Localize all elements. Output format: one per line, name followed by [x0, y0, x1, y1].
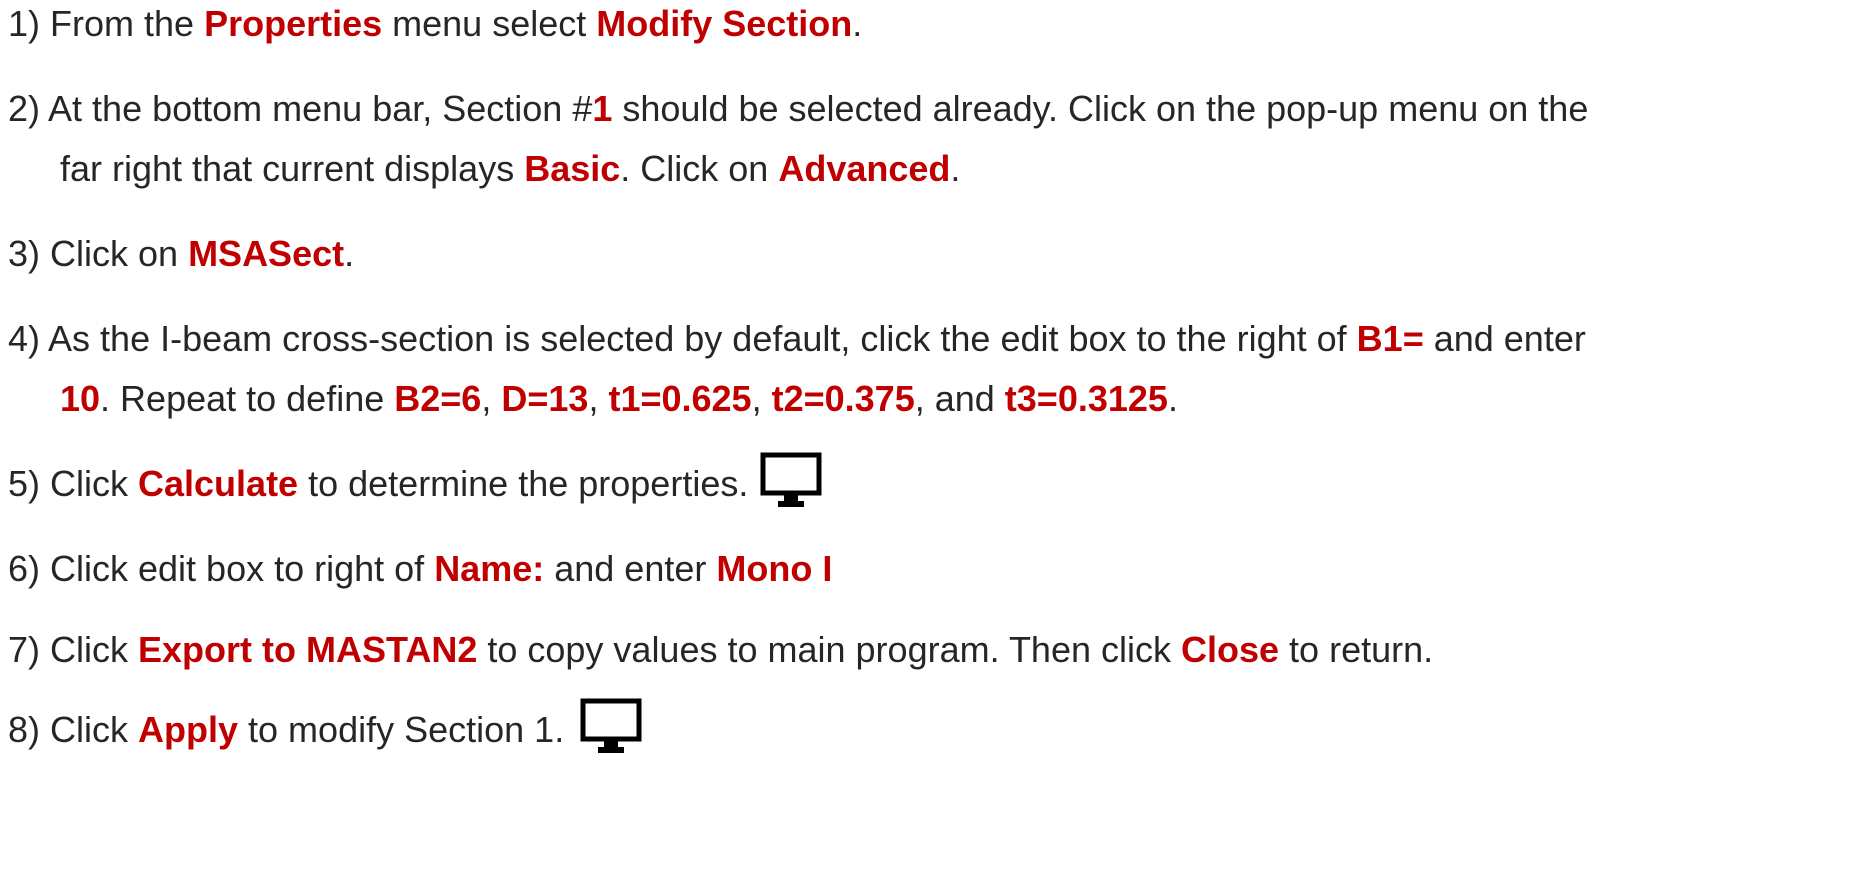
highlighted-term: B1=	[1356, 318, 1424, 359]
step-4-continued: 10. Repeat to define B2=6, D=13, t1=0.62…	[60, 377, 1178, 421]
highlighted-term: Properties	[204, 3, 383, 44]
instruction-text: 1) From the	[8, 3, 205, 44]
instruction-text: , and	[914, 378, 1005, 419]
instruction-text: to determine the properties.	[298, 463, 749, 504]
highlighted-term: Name:	[434, 548, 545, 589]
step-4: 4) As the I-beam cross-section is select…	[8, 317, 1586, 361]
instruction-text: far right that current displays	[60, 148, 525, 189]
instruction-text: 5) Click	[8, 463, 139, 504]
instruction-text: menu select	[382, 3, 597, 44]
instruction-text: to copy values to main program. Then cli…	[477, 629, 1181, 670]
instruction-text: 7) Click	[8, 629, 139, 670]
highlighted-term: Apply	[138, 709, 239, 750]
instruction-text: .	[344, 233, 355, 274]
monitor-icon[interactable]	[760, 452, 822, 510]
instruction-text: .	[1167, 378, 1178, 419]
step-2-continued: far right that current displays Basic. C…	[60, 147, 960, 191]
monitor-icon[interactable]	[580, 698, 642, 756]
instruction-text: .	[852, 3, 863, 44]
highlighted-term: t2=0.375	[771, 378, 915, 419]
step-1: 1) From the Properties menu select Modif…	[8, 2, 862, 46]
instruction-text: 6) Click edit box to right of	[8, 548, 435, 589]
highlighted-term: Basic	[524, 148, 621, 189]
instruction-text: ,	[588, 378, 609, 419]
instruction-text: ,	[481, 378, 502, 419]
step-8: 8) Click Apply to modify Section 1.	[8, 708, 564, 752]
instruction-text: .	[950, 148, 961, 189]
instruction-text: to return.	[1279, 629, 1434, 670]
instruction-text: 4) As the I-beam cross-section is select…	[8, 318, 1357, 359]
step-2: 2) At the bottom menu bar, Section #1 sh…	[8, 87, 1588, 131]
highlighted-term: Close	[1181, 629, 1280, 670]
instruction-text: and enter	[1423, 318, 1586, 359]
highlighted-term: D=13	[501, 378, 589, 419]
instruction-text: ,	[751, 378, 772, 419]
highlighted-term: 10	[60, 378, 101, 419]
highlighted-term: t3=0.3125	[1004, 378, 1168, 419]
highlighted-term: Mono I	[716, 548, 833, 589]
instruction-text: to modify Section 1.	[238, 709, 565, 750]
instruction-text: 2) At the bottom menu bar, Section #	[8, 88, 593, 129]
highlighted-term: Modify Section	[596, 3, 853, 44]
highlighted-term: t1=0.625	[608, 378, 752, 419]
highlighted-term: MSASect	[188, 233, 345, 274]
step-5: 5) Click Calculate to determine the prop…	[8, 462, 748, 506]
highlighted-term: Advanced	[778, 148, 951, 189]
highlighted-term: Export to MASTAN2	[138, 629, 478, 670]
instruction-text: 8) Click	[8, 709, 139, 750]
step-6: 6) Click edit box to right of Name: and …	[8, 547, 832, 591]
highlighted-term: 1	[592, 88, 613, 129]
instruction-text: . Repeat to define	[100, 378, 395, 419]
instruction-text: 3) Click on	[8, 233, 189, 274]
highlighted-term: Calculate	[138, 463, 299, 504]
instruction-text: should be selected already. Click on the…	[612, 88, 1589, 129]
instruction-text: and enter	[544, 548, 717, 589]
step-7: 7) Click Export to MASTAN2 to copy value…	[8, 628, 1433, 672]
step-3: 3) Click on MSASect.	[8, 232, 354, 276]
instruction-text: . Click on	[620, 148, 779, 189]
highlighted-term: B2=6	[394, 378, 482, 419]
instruction-slide: 1) From the Properties menu select Modif…	[0, 0, 1857, 888]
